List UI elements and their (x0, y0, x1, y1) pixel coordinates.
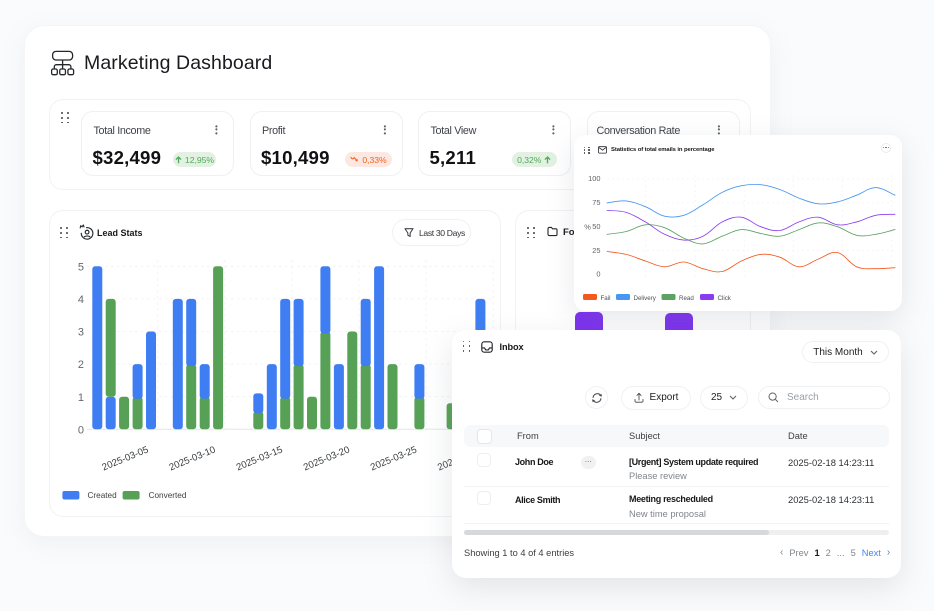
svg-text:Read: Read (679, 295, 694, 302)
svg-text:0: 0 (596, 270, 600, 279)
svg-text:2025-03-10: 2025-03-10 (168, 444, 218, 473)
svg-text:0: 0 (78, 424, 84, 436)
svg-text:5: 5 (78, 261, 84, 273)
svg-text:50: 50 (592, 222, 600, 231)
svg-text:100: 100 (588, 174, 600, 183)
svg-text:Fail: Fail (601, 295, 611, 302)
svg-text:2025-03-20: 2025-03-20 (302, 444, 352, 473)
svg-text:2025-03-25: 2025-03-25 (369, 444, 419, 473)
svg-text:25: 25 (592, 246, 600, 255)
svg-text:2: 2 (78, 359, 84, 371)
svg-text:Converted: Converted (149, 491, 187, 500)
svg-text:2025-03-05: 2025-03-05 (101, 444, 151, 473)
svg-text:Created: Created (88, 491, 118, 500)
svg-text:%: % (584, 223, 591, 232)
svg-text:Delivery: Delivery (634, 295, 657, 302)
svg-text:1: 1 (78, 392, 84, 404)
svg-text:75: 75 (592, 198, 600, 207)
svg-text:4: 4 (78, 294, 84, 306)
svg-text:2025-03-15: 2025-03-15 (235, 444, 285, 473)
svg-text:Click: Click (718, 295, 732, 302)
svg-text:3: 3 (78, 327, 84, 339)
